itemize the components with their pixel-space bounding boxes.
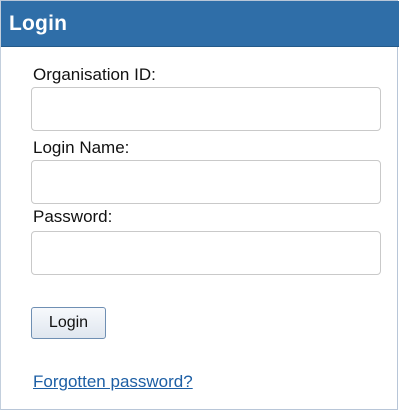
password-input[interactable] [31, 231, 381, 275]
login-name-label: Login Name: [33, 138, 130, 157]
login-panel: Login Organisation ID: Login Name: Passw… [0, 0, 399, 410]
organisation-id-label: Organisation ID: [33, 65, 156, 84]
login-button[interactable]: Login [31, 307, 106, 339]
login-panel-header: Login [1, 1, 399, 47]
forgotten-password-link[interactable]: Forgotten password? [33, 372, 193, 392]
password-label: Password: [33, 207, 113, 226]
login-panel-title: Login [9, 12, 68, 35]
organisation-id-input[interactable] [31, 87, 381, 131]
login-name-input[interactable] [31, 160, 381, 204]
